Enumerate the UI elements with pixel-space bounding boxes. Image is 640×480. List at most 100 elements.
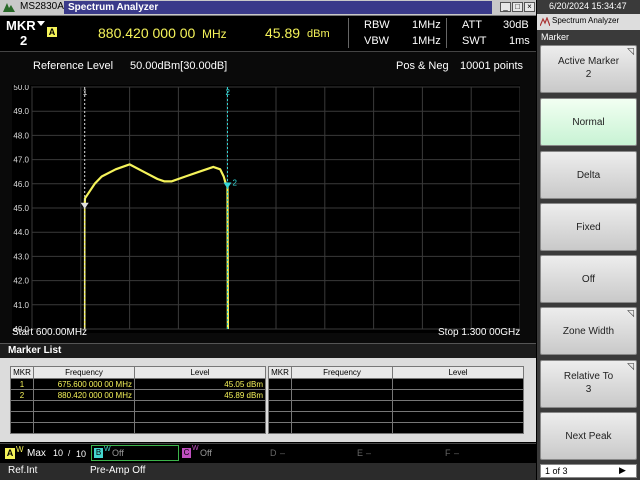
- trace-c-state: Off: [200, 448, 212, 458]
- divider: [446, 18, 447, 48]
- close-button[interactable]: ×: [524, 2, 535, 12]
- page-indicator[interactable]: 1 of 3 ▶: [540, 464, 637, 478]
- trace-d-badge[interactable]: D: [270, 448, 277, 458]
- trace-a-sep: /: [68, 449, 71, 458]
- minimize-button[interactable]: _: [500, 2, 511, 12]
- title-bar: MS2830A Spectrum Analyzer _ □ ×: [0, 0, 536, 16]
- y-tick-label: 44.0: [13, 228, 29, 237]
- marker-level: 45.89: [265, 25, 301, 41]
- trace-a-mode-icon: W: [16, 445, 24, 454]
- softkey-delta[interactable]: Delta: [540, 151, 637, 199]
- softkey-relative-to[interactable]: ◹ Relative To 3: [540, 360, 637, 408]
- trace-b-state: Off: [112, 448, 124, 458]
- softkey-value: 3: [585, 384, 592, 395]
- trace-a-badge[interactable]: A: [5, 448, 15, 459]
- datetime: 6/20/2024 15:34:47: [549, 1, 627, 11]
- submenu-corner-icon: ◹: [627, 361, 634, 371]
- table-row[interactable]: 2 880.420 000 00 MHz 45.89 dBm: [10, 389, 266, 401]
- table-row[interactable]: [268, 378, 524, 390]
- trace-d-state: –: [280, 448, 286, 458]
- preamp-status: Pre-Amp Off: [90, 465, 146, 476]
- reference-source: Ref.Int: [8, 465, 38, 476]
- column-header-mkr: MKR: [268, 366, 292, 379]
- panel-app-name: Spectrum Analyzer: [552, 16, 620, 25]
- trace-c-mode-icon: W: [192, 445, 199, 452]
- maximize-button[interactable]: □: [512, 2, 523, 12]
- rbw-value: 1MHz: [412, 19, 441, 31]
- y-tick-label: 46.0: [13, 180, 29, 189]
- marker-list-title: Marker List: [8, 345, 62, 356]
- trace-f-badge[interactable]: F: [445, 448, 451, 458]
- reference-level-label: Reference Level: [33, 60, 114, 72]
- panel-menu-title: Marker: [541, 32, 570, 42]
- submenu-corner-icon: ◹: [627, 46, 634, 56]
- table-row[interactable]: [10, 400, 266, 412]
- softkey-value: 2: [585, 69, 592, 80]
- page-indicator-label: 1 of 3: [545, 466, 568, 476]
- row-frequency: 880.420 000 00 MHz: [33, 389, 135, 401]
- status-bar: Ref.Int Pre-Amp Off: [0, 463, 536, 480]
- softkey-label: Active Marker: [557, 56, 620, 67]
- stop-frequency: Stop 1.300 00GHz: [438, 327, 521, 338]
- softkey-normal[interactable]: Normal: [540, 98, 637, 146]
- trace-status-bar: A W Max 10 / 10 B W Off C W Off D – E – …: [0, 443, 536, 464]
- anritsu-logo-icon: [3, 3, 15, 12]
- spectrum-plot[interactable]: 50.0 49.0 48.0 47.0 46.0 45.0 44.0 43.0 42.0 41.0…: [12, 85, 520, 333]
- softkey-zone-width[interactable]: ◹ Zone Width: [540, 307, 637, 355]
- table-row[interactable]: [10, 411, 266, 423]
- table-row[interactable]: [268, 411, 524, 423]
- y-tick-label: 47.0: [13, 156, 29, 165]
- marker-1-tag: 1: [83, 88, 88, 97]
- table-row[interactable]: [10, 422, 266, 434]
- marker-frequency: 880.420 000 00: [98, 25, 196, 41]
- softkey-off[interactable]: Off: [540, 255, 637, 303]
- app-title: Spectrum Analyzer: [64, 1, 492, 14]
- trace-a-badge: A: [47, 27, 57, 37]
- mkr-label[interactable]: MKR: [6, 18, 36, 33]
- level-unit: dBm: [307, 28, 330, 40]
- table-row[interactable]: [268, 400, 524, 412]
- trace-b-selector[interactable]: B W Off: [91, 445, 179, 461]
- trace-a-count: 10: [53, 448, 64, 458]
- trace-c-badge[interactable]: C: [182, 448, 191, 458]
- measurement-header: MKR 2 A 880.420 000 00 MHz 45.89 dBm RBW…: [0, 16, 536, 50]
- softkey-active-marker[interactable]: ◹ Active Marker 2: [540, 45, 637, 93]
- marker-2-tag: 2: [225, 88, 230, 97]
- dropdown-icon[interactable]: [37, 21, 45, 27]
- trace-b-badge: B: [94, 448, 103, 458]
- marker-table-right: MKR Frequency Level: [268, 366, 524, 434]
- panel-app-bar: Spectrum Analyzer: [537, 14, 640, 30]
- swt-value: 1ms: [509, 35, 530, 47]
- table-row[interactable]: [268, 422, 524, 434]
- softkey-label: Normal: [572, 117, 605, 128]
- divider: [348, 18, 349, 48]
- trace-e-state: –: [366, 448, 372, 458]
- trace-f-state: –: [454, 448, 460, 458]
- column-header-mkr: MKR: [10, 366, 34, 379]
- softkey-panel: 6/20/2024 15:34:47 Spectrum Analyzer Mar…: [537, 0, 640, 480]
- trace-b-mode-icon: W: [104, 446, 111, 453]
- table-row[interactable]: [268, 389, 524, 401]
- softkey-label: Zone Width: [562, 326, 615, 337]
- detector-mode: Pos & Neg: [396, 60, 449, 72]
- y-tick-label: 49.0: [13, 107, 29, 116]
- rbw-label: RBW: [364, 19, 390, 31]
- softkey-label: Relative To: [563, 371, 614, 382]
- next-page-icon: ▶: [619, 465, 626, 475]
- att-label: ATT: [462, 19, 482, 31]
- softkey-next-peak[interactable]: Next Peak: [540, 412, 637, 460]
- marker-table-left: MKR Frequency Level 1 675.600 000 00 MHz…: [10, 366, 266, 434]
- softkey-label: Fixed: [576, 222, 601, 233]
- column-header-level: Level: [392, 366, 524, 379]
- reference-level-value: 50.00dBm[30.00dB]: [130, 60, 228, 72]
- trace-e-badge[interactable]: E: [357, 448, 363, 458]
- trace-a-total: 10: [76, 449, 87, 459]
- swt-label: SWT: [462, 35, 487, 47]
- row-frequency: 675.600 000 00 MHz: [33, 378, 135, 390]
- spectrum-graph: Reference Level 50.00dBm[30.00dB] Pos & …: [0, 51, 536, 344]
- table-row[interactable]: 1 675.600 000 00 MHz 45.05 dBm: [10, 378, 266, 390]
- vbw-label: VBW: [364, 35, 390, 47]
- softkey-fixed[interactable]: Fixed: [540, 203, 637, 251]
- y-tick-label: 42.0: [13, 277, 29, 286]
- column-header-frequency: Frequency: [33, 366, 135, 379]
